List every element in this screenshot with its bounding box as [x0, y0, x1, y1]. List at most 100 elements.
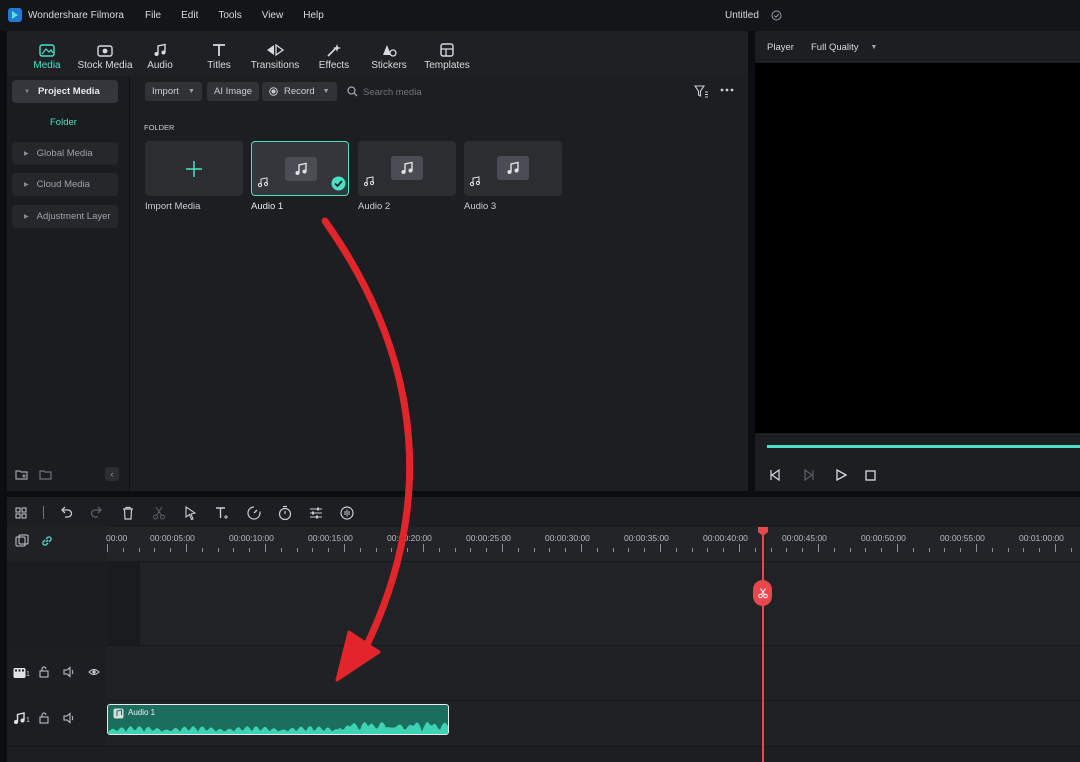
lock-icon[interactable]	[38, 712, 50, 724]
text-tool-icon[interactable]	[214, 505, 232, 523]
sidebar-item-global-media[interactable]: ▶ Global Media	[12, 142, 118, 165]
ruler-tick	[502, 544, 503, 552]
media-panel: Media Stock Media Audio Titles Transitio…	[7, 31, 748, 491]
ruler-tick	[280, 548, 282, 552]
tab-media[interactable]: Media	[32, 31, 62, 71]
more-options-icon[interactable]	[720, 88, 734, 92]
eye-icon[interactable]	[88, 666, 100, 678]
filter-icon[interactable]	[694, 84, 709, 98]
timeline-bottom	[7, 746, 1080, 762]
adjust-icon[interactable]	[308, 505, 326, 523]
music-note-icon	[154, 43, 166, 56]
media-item-audio-1[interactable]	[251, 141, 349, 196]
redo-icon[interactable]	[89, 505, 107, 523]
ruler-tick	[691, 548, 693, 552]
ruler-tick	[786, 548, 788, 552]
ruler-tick	[533, 548, 535, 552]
tab-stock-media[interactable]: Stock Media	[77, 31, 133, 71]
chevron-down-icon: ▼	[322, 88, 330, 95]
audio-stretch-icon[interactable]	[339, 505, 357, 523]
media-item-audio-3[interactable]	[464, 141, 562, 196]
menu-view[interactable]: View	[262, 10, 284, 21]
next-frame-icon[interactable]	[803, 469, 815, 481]
layout-grid-icon[interactable]	[13, 505, 31, 523]
ruler-tick	[912, 548, 914, 552]
video-track[interactable]	[7, 645, 1080, 700]
import-media-label: Import Media	[145, 201, 201, 212]
add-track-icon[interactable]	[15, 534, 29, 548]
ruler-tick	[217, 548, 219, 552]
tab-audio[interactable]: Audio	[145, 31, 175, 71]
folder-icon[interactable]	[39, 468, 53, 481]
tab-templates[interactable]: Templates	[424, 31, 470, 71]
scissors-icon[interactable]	[151, 505, 169, 523]
speed-icon[interactable]	[246, 505, 264, 523]
record-icon	[269, 87, 278, 96]
time-ruler[interactable]: 00:00 00:00:05:00 00:00:10:00 00:00:15:00 00…	[106, 527, 1080, 561]
sidebar-item-folder[interactable]: Folder	[50, 117, 77, 128]
stop-icon[interactable]	[865, 470, 876, 481]
delete-icon[interactable]	[120, 505, 138, 523]
ruler-tick	[438, 548, 440, 552]
ruler-tick	[1007, 548, 1009, 552]
play-icon[interactable]	[835, 469, 847, 481]
menu-tools[interactable]: Tools	[218, 10, 241, 21]
ruler-tick	[265, 544, 266, 552]
menu-file[interactable]: File	[145, 10, 161, 21]
previous-frame-icon[interactable]	[769, 469, 781, 481]
sidebar-item-project-media[interactable]: ▼ Project Media	[12, 80, 118, 103]
player-controls	[755, 433, 1080, 491]
tab-transitions[interactable]: Transitions	[251, 31, 299, 71]
import-media-tile[interactable]	[145, 141, 243, 196]
tab-effects[interactable]: Effects	[316, 31, 352, 71]
undo-icon[interactable]	[58, 505, 76, 523]
ruler-tick	[770, 548, 772, 552]
record-dropdown[interactable]: Record ▼	[262, 82, 337, 101]
ruler-tick	[391, 548, 393, 552]
chevron-down-icon: ▼	[187, 88, 195, 95]
ruler-tick	[660, 544, 661, 552]
sidebar-item-adjustment-layer[interactable]: ▶ Adjustment Layer	[12, 205, 118, 228]
caret-right-icon: ▶	[24, 182, 29, 188]
scissors-icon	[757, 588, 768, 599]
split-button[interactable]	[753, 580, 772, 606]
sidebar-item-cloud-media[interactable]: ▶ Cloud Media	[12, 173, 118, 196]
music-note-icon	[14, 712, 25, 724]
ruler-tick	[375, 548, 377, 552]
ruler-tick	[107, 544, 108, 552]
ruler-tick-label: 00:00:35:00	[624, 533, 669, 543]
speaker-icon[interactable]	[63, 712, 75, 724]
playhead-line	[762, 527, 764, 762]
menu-edit[interactable]: Edit	[181, 10, 198, 21]
ruler-tick	[802, 548, 804, 552]
media-label: Audio 2	[358, 201, 391, 212]
playhead-handle-icon[interactable]	[757, 527, 769, 537]
search-input[interactable]	[363, 84, 563, 100]
select-tool-icon[interactable]	[183, 505, 201, 523]
menu-help[interactable]: Help	[303, 10, 324, 21]
tab-titles[interactable]: Titles	[204, 31, 234, 71]
link-icon[interactable]	[40, 534, 54, 548]
ruler-tick	[186, 544, 187, 552]
video-preview[interactable]	[755, 63, 1080, 433]
collapse-sidebar-button[interactable]: ‹	[105, 467, 119, 481]
media-item-audio-2[interactable]	[358, 141, 456, 196]
audio-clip[interactable]: Audio 1	[107, 704, 449, 735]
progress-bar[interactable]	[767, 445, 1080, 448]
import-dropdown[interactable]: Import ▼	[145, 82, 202, 101]
new-folder-icon[interactable]	[15, 468, 29, 481]
timer-icon[interactable]	[277, 505, 295, 523]
project-title[interactable]: Untitled	[725, 10, 759, 21]
ruler-tick	[1023, 548, 1025, 552]
player-header: Player Full Quality ▼	[755, 31, 1080, 63]
audio-thumbnail	[285, 157, 317, 181]
ruler-tick	[675, 548, 677, 552]
quality-dropdown[interactable]: Full Quality ▼	[807, 38, 891, 56]
ai-image-button[interactable]: AI Image	[207, 82, 260, 101]
lock-icon[interactable]	[38, 666, 50, 678]
speaker-icon[interactable]	[63, 666, 75, 678]
ruler-tick	[549, 548, 551, 552]
search-icon	[347, 86, 358, 97]
ruler-tick	[486, 548, 488, 552]
tab-stickers[interactable]: Stickers	[371, 31, 407, 71]
